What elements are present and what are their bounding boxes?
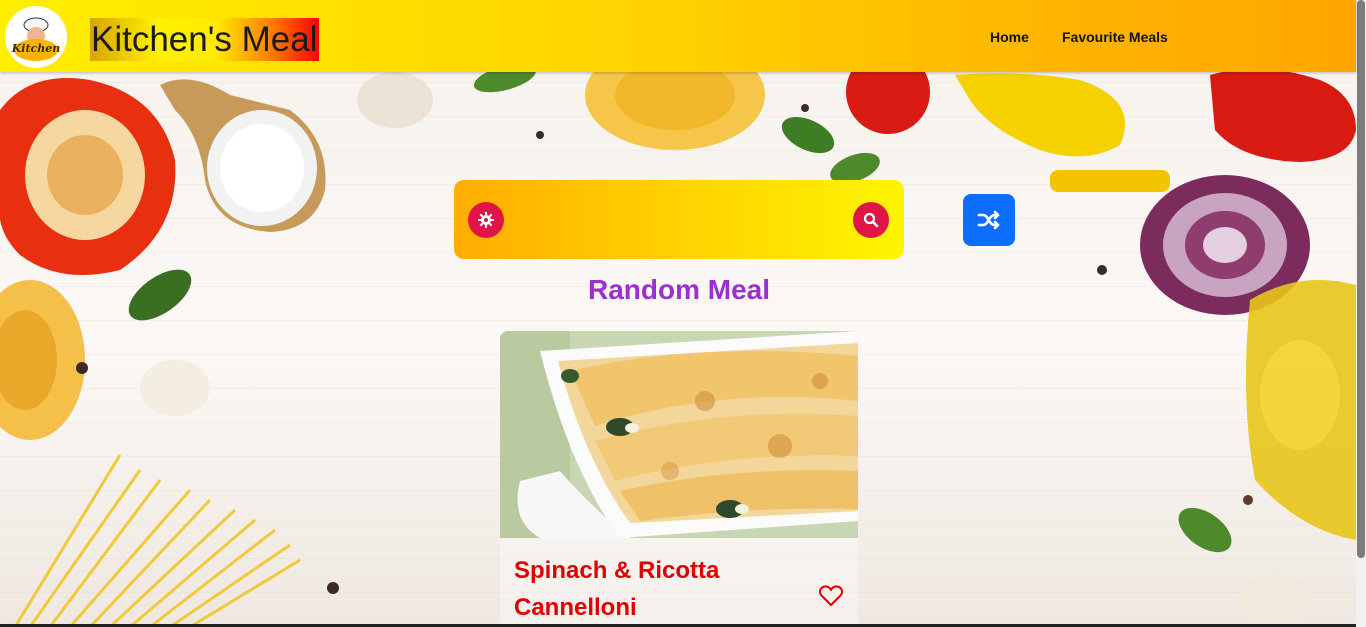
nav-favourite-meals-link[interactable]: Favourite Meals [1062,29,1168,45]
kitchen-logo[interactable]: Kitchen [5,6,67,68]
gear-icon [478,212,494,228]
meal-card[interactable]: Spinach & Ricotta Cannelloni [500,331,858,627]
search-input[interactable] [514,202,848,240]
favourite-button[interactable] [818,584,844,608]
meal-name: Spinach & Ricotta Cannelloni [514,557,720,621]
site-title[interactable]: Kitchen's Meal [90,18,319,61]
meal-photo[interactable] [500,331,858,538]
svg-text:Kitchen: Kitchen [11,42,61,55]
search-icon [863,212,879,228]
random-meal-heading: Random Meal [587,274,771,305]
heart-outline-icon [818,585,844,606]
top-navbar: Kitchen Kitchen's Meal Home Favourite Me… [0,0,1356,72]
search-bar [454,180,904,259]
shuffle-icon [977,210,1000,230]
vertical-scrollbar[interactable] [1356,0,1366,627]
search-button[interactable] [853,202,889,238]
random-meal-button[interactable] [963,194,1015,246]
gear-button[interactable] [468,202,504,238]
nav-home-link[interactable]: Home [990,29,1029,45]
scrollbar-thumb[interactable] [1357,0,1365,558]
